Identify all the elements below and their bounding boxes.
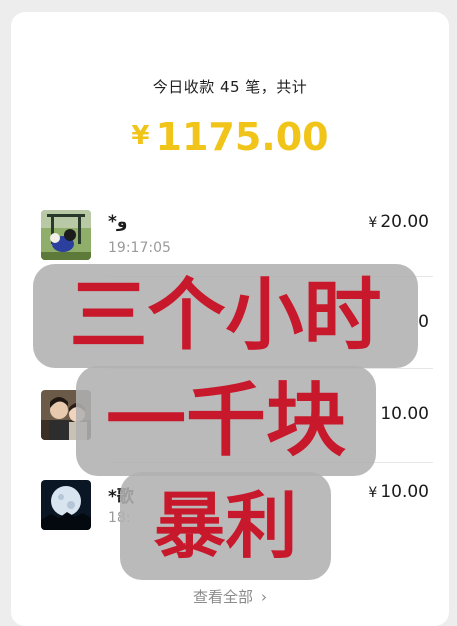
transaction-row[interactable]: *و 19:17:05 ¥20.00 xyxy=(41,210,429,270)
summary-title: 今日收款 45 笔，共计 xyxy=(152,78,308,96)
overlay-caption-line-2: 一千块 xyxy=(76,366,376,476)
view-all-label: 查看全部 xyxy=(192,588,253,606)
view-all-link[interactable]: 查看全部 › xyxy=(11,586,449,607)
payment-amount: ¥10.00 xyxy=(368,482,429,502)
total-amount: ¥1175.00 xyxy=(11,115,449,159)
payment-amount: 0 xyxy=(418,312,429,332)
overlay-caption-line-1: 三个小时 xyxy=(33,264,418,368)
payment-time: 19:17:05 xyxy=(108,240,171,256)
payment-amount: 10.00 xyxy=(380,404,429,424)
dog-park-avatar-icon xyxy=(41,210,91,260)
payer-name: *و xyxy=(108,212,128,232)
moon-avatar-icon xyxy=(41,480,91,530)
payment-amount: ¥20.00 xyxy=(368,212,429,232)
chevron-right-icon: › xyxy=(261,588,267,606)
total-value: 1175.00 xyxy=(155,115,329,159)
overlay-caption-line-3: 暴利 xyxy=(120,472,331,580)
currency-symbol: ¥ xyxy=(131,121,150,151)
